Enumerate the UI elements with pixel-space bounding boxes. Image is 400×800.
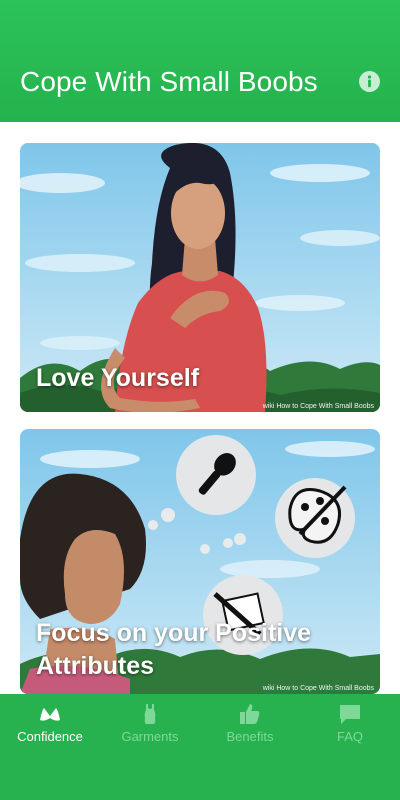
card-title: Focus on your Positive Attributes	[36, 619, 312, 680]
thumbs-up-icon	[240, 704, 260, 724]
chat-bubble-icon	[340, 705, 360, 724]
card-love-yourself[interactable]: Love Yourself wiki How to Cope With Smal…	[20, 143, 380, 412]
bra-icon	[40, 708, 60, 721]
tab-label: FAQ	[336, 729, 363, 744]
card-focus-positive-attributes[interactable]: Focus on your Positive Attributes wiki H…	[20, 429, 380, 694]
tab-benefits[interactable]: Benefits	[200, 694, 300, 800]
card-watermark: wiki How to Cope With Small Boobs	[262, 685, 374, 692]
bottom-tab-bar: Confidence Garments Benefits FAQ	[0, 694, 400, 800]
tab-faq[interactable]: FAQ	[300, 694, 400, 800]
card-title: Love Yourself	[36, 364, 200, 392]
info-icon[interactable]	[359, 71, 380, 92]
page-title: Cope With Small Boobs	[20, 66, 318, 97]
tab-label: Garments	[121, 729, 179, 744]
tab-garments[interactable]: Garments	[100, 694, 200, 800]
garment-icon	[144, 704, 156, 724]
tab-label: Benefits	[226, 729, 274, 744]
tab-label: Confidence	[17, 729, 83, 744]
tab-confidence[interactable]: Confidence	[0, 694, 100, 800]
card-watermark: wiki How to Cope With Small Boobs	[262, 403, 374, 410]
app-header: Cope With Small Boobs	[0, 0, 400, 122]
